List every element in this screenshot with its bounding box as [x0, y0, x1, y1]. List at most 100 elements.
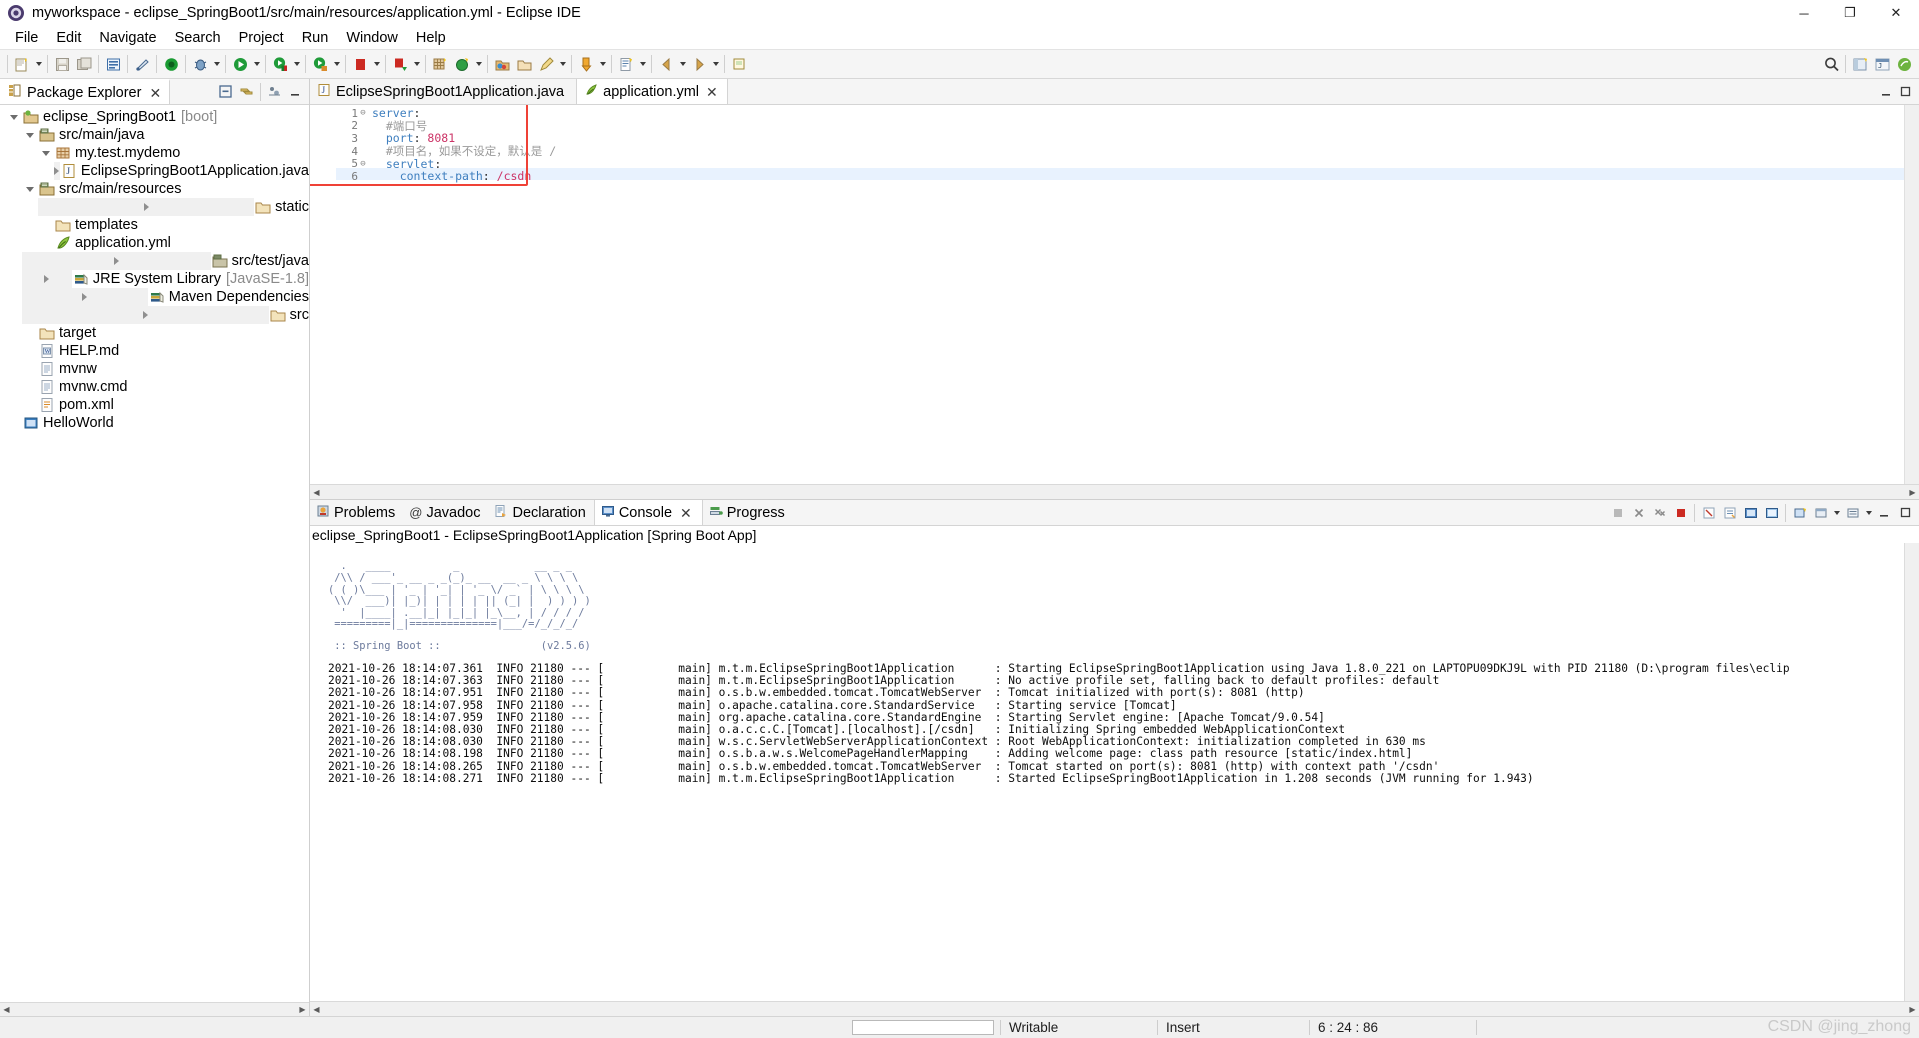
editor-vertical-scrollbar[interactable] [1904, 105, 1919, 484]
code-line-1[interactable]: 1 ⊖ server: [336, 106, 1919, 120]
tab-package-explorer[interactable]: Package Explorer ✕ [0, 79, 171, 104]
save-icon[interactable] [51, 53, 73, 75]
tree-item-src-main-resources[interactable]: src/main/resources [0, 180, 309, 198]
console-maximize-icon[interactable] [1895, 502, 1916, 523]
tree-twisty-right-icon[interactable] [22, 270, 72, 288]
forward-icon[interactable] [688, 53, 710, 75]
console-scroll-track[interactable] [323, 1002, 1906, 1016]
tree-twisty-down-icon[interactable] [6, 108, 22, 126]
toggle-mark-occurrences-icon[interactable] [131, 53, 153, 75]
link-with-editor-icon[interactable] [236, 81, 257, 102]
tab-problems[interactable]: Problems [310, 500, 404, 525]
view-menu-icon[interactable] [264, 81, 285, 102]
close-button[interactable]: ✕ [1873, 0, 1919, 26]
tree-item-src-main-java[interactable]: src/main/java [0, 126, 309, 144]
debug-icon[interactable] [189, 53, 211, 75]
code-line-3[interactable]: 3 port: 8081 [336, 131, 1919, 145]
editor-tab-yaml[interactable]: application.yml ✕ [577, 79, 728, 104]
terminate-dropdown-icon[interactable] [411, 53, 422, 75]
run-icon[interactable] [229, 53, 251, 75]
open-console-icon[interactable] [1810, 502, 1831, 523]
tree-item-helloworld[interactable]: HelloWorld [0, 414, 309, 432]
open-folder-icon[interactable] [513, 53, 535, 75]
tab-console-close-icon[interactable]: ✕ [678, 506, 694, 520]
stop-dropdown-icon[interactable] [371, 53, 382, 75]
annotation-pen-icon[interactable] [535, 53, 557, 75]
console-output[interactable]: . ____ _ __ _ _ /\\ / ___'_ __ _ _(_)_ _… [310, 543, 1919, 1001]
editor-scroll-left-icon[interactable]: ◀ [310, 486, 323, 499]
tab-progress[interactable]: Progress [702, 500, 793, 525]
scroll-right-icon[interactable]: ▶ [296, 1003, 309, 1016]
pin-editor-icon[interactable] [728, 53, 750, 75]
tree-item-mvnw[interactable]: mvnw [0, 360, 309, 378]
editor-tab-yaml-close-icon[interactable]: ✕ [704, 85, 720, 99]
tree-item-jre-system-library[interactable]: JRE System Library [JavaSE-1.8] [0, 270, 309, 288]
menu-edit[interactable]: Edit [47, 29, 90, 47]
menu-help[interactable]: Help [407, 29, 455, 47]
editor-scroll-track[interactable] [323, 485, 1906, 499]
scroll-left-icon[interactable]: ◀ [0, 1003, 13, 1016]
console-minimize-icon[interactable] [1874, 502, 1895, 523]
menu-file[interactable]: File [6, 29, 47, 47]
menu-window[interactable]: Window [337, 29, 407, 47]
tree-twisty-right-icon[interactable] [38, 198, 255, 216]
run-history-icon[interactable] [309, 53, 331, 75]
tree-twisty-down-icon[interactable] [38, 144, 54, 162]
editor-maximize-icon[interactable] [1896, 80, 1915, 103]
tab-console[interactable]: Console ✕ [593, 500, 703, 525]
tree-item-static[interactable]: static [0, 198, 309, 216]
new-class-icon[interactable] [451, 53, 473, 75]
back-icon[interactable] [655, 53, 677, 75]
debug-dropdown-icon[interactable] [211, 53, 222, 75]
last-edit-location-icon[interactable] [615, 53, 637, 75]
editor-tab-java[interactable]: J EclipseSpringBoot1Application.java [310, 79, 578, 104]
clear-console-icon[interactable] [1698, 502, 1719, 523]
console-view-menu-icon[interactable] [1842, 502, 1863, 523]
editor-scroll-right-icon[interactable]: ▶ [1906, 486, 1919, 499]
tree-item-application-yml[interactable]: application.yml [0, 234, 309, 252]
back-dropdown-icon[interactable] [677, 53, 688, 75]
stop-icon[interactable] [349, 53, 371, 75]
editor-text-area[interactable]: 1 ⊖ server: 2 #端口号 3 port: 8081 4 #项目名，如果不设定，… [310, 105, 1919, 484]
show-console-on-output-icon[interactable] [1740, 502, 1761, 523]
editor-horizontal-scrollbar[interactable]: ◀ ▶ [310, 484, 1919, 499]
fold-collapse-icon[interactable]: ⊖ [358, 108, 368, 118]
open-perspective-icon[interactable] [1849, 53, 1871, 75]
tree-item-mvnw-cmd[interactable]: mvnw.cmd [0, 378, 309, 396]
scroll-track[interactable] [13, 1003, 296, 1016]
pin-console-icon[interactable] [1761, 502, 1782, 523]
tree-item-pom-xml[interactable]: pom.xml [0, 396, 309, 414]
console-scroll-left-icon[interactable]: ◀ [310, 1003, 323, 1016]
perspective-java-icon[interactable]: J [1871, 53, 1893, 75]
terminate-relaunch-icon[interactable] [389, 53, 411, 75]
explorer-horizontal-scrollbar[interactable]: ◀ ▶ [0, 1002, 309, 1016]
tab-javadoc[interactable]: @ Javadoc [403, 500, 489, 525]
tree-item-target[interactable]: target [0, 324, 309, 342]
save-all-icon[interactable] [73, 53, 95, 75]
menu-search[interactable]: Search [166, 29, 230, 47]
project-tree[interactable]: eclipse_SpringBoot1 [boot] src/main/java my… [0, 105, 309, 1002]
view-minimize-icon[interactable] [285, 81, 306, 102]
terminate-icon[interactable] [1670, 502, 1691, 523]
tree-twisty-right-icon[interactable] [22, 288, 148, 306]
tree-twisty-right-icon[interactable] [22, 306, 269, 324]
scroll-lock-icon[interactable] [1719, 502, 1740, 523]
run-history-dropdown-icon[interactable] [331, 53, 342, 75]
console-horizontal-scrollbar[interactable]: ◀ ▶ [310, 1001, 1919, 1016]
new-wizard-icon[interactable] [11, 53, 33, 75]
menu-navigate[interactable]: Navigate [90, 29, 165, 47]
new-console-view-icon[interactable] [1789, 502, 1810, 523]
forward-dropdown-icon[interactable] [710, 53, 721, 75]
tree-twisty-right-icon[interactable] [22, 252, 211, 270]
code-line-4[interactable]: 4 #项目名，如果不设定，默认是 / [336, 144, 1919, 158]
minimize-button[interactable]: ─ [1781, 0, 1827, 26]
open-type-icon[interactable] [102, 53, 124, 75]
tree-item-my-test-mydemo[interactable]: my.test.mydemo [0, 144, 309, 162]
tree-item-src[interactable]: src [0, 306, 309, 324]
quick-access-search-icon[interactable] [1820, 53, 1842, 75]
tree-item-eclipse-springboot1[interactable]: eclipse_SpringBoot1 [boot] [0, 108, 309, 126]
code-line-6[interactable]: 6 context-path: /csdn [336, 169, 1919, 183]
next-annotation-icon[interactable] [575, 53, 597, 75]
tree-item-src-test-java[interactable]: src/test/java [0, 252, 309, 270]
open-console-dropdown-icon[interactable] [1831, 502, 1842, 524]
